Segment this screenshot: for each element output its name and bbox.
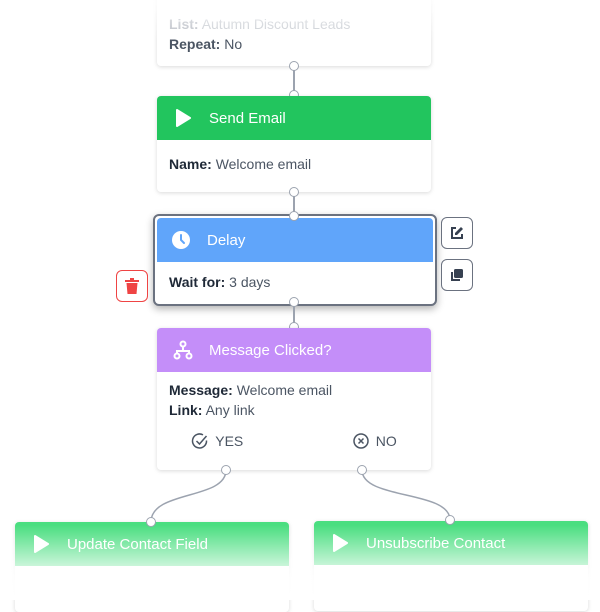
yes-handle[interactable] [221, 465, 231, 475]
play-icon [31, 534, 51, 554]
no-handle[interactable] [357, 465, 367, 475]
connector-handle[interactable] [146, 517, 156, 527]
unsubscribe-contact-header: Unsubscribe Contact [314, 521, 588, 565]
update-contact-field-header: Update Contact Field [15, 522, 289, 566]
play-icon [330, 533, 350, 553]
update-contact-field-card[interactable]: Update Contact Field [15, 522, 289, 612]
unsubscribe-contact-card[interactable]: Unsubscribe Contact [314, 521, 588, 611]
connector-handle[interactable] [445, 515, 455, 525]
update-contact-field-title: Update Contact Field [67, 535, 208, 553]
branch-connectors [150, 469, 451, 523]
no-connector-line [361, 469, 451, 521]
yes-connector-line [150, 469, 227, 523]
unsubscribe-contact-title: Unsubscribe Contact [366, 534, 506, 552]
